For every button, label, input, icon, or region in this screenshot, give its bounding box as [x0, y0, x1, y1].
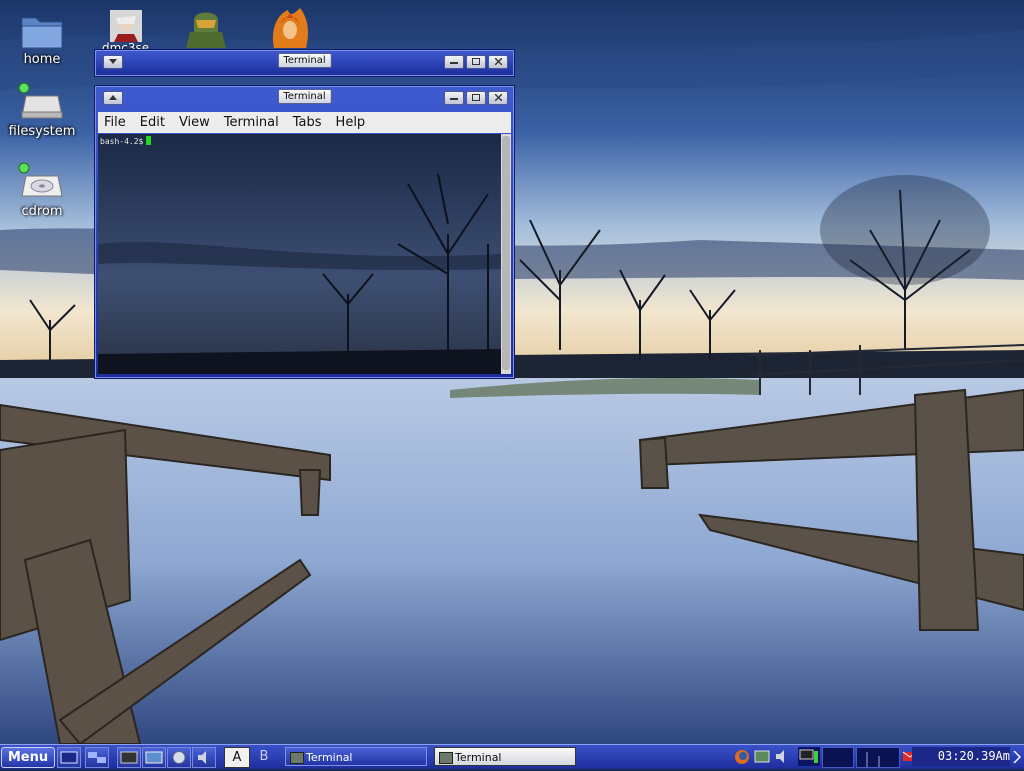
title-bar[interactable]: Terminal: [95, 50, 514, 74]
menu-bar: File Edit View Terminal Tabs Help: [98, 112, 511, 133]
desktop-icon-cdrom[interactable]: cdrom: [0, 162, 84, 219]
taskbar-task-terminal[interactable]: Terminal: [285, 747, 427, 766]
helmet-character-icon: [186, 12, 226, 48]
text-cursor: [146, 136, 152, 145]
terminal-window[interactable]: Terminal File Edit View Terminal Tabs He…: [94, 85, 515, 379]
chevron-right-icon: [1013, 750, 1022, 764]
desktop-shortcut-fire-character[interactable]: [266, 8, 314, 52]
system-tray: [730, 747, 795, 766]
shell-prompt: bash-4.2$: [100, 136, 152, 146]
terminal-transparent-background: [98, 173, 502, 374]
terminal-launcher[interactable]: [117, 747, 141, 768]
tray-expand-button[interactable]: [1012, 747, 1022, 766]
globe-icon: [172, 751, 186, 764]
window-menu-button[interactable]: [103, 91, 123, 105]
cdrom-drive-icon: [18, 162, 63, 197]
show-desktop-button[interactable]: [57, 747, 81, 768]
clock[interactable]: 03:20.39Am: [912, 747, 1010, 766]
folder-icon: [21, 17, 63, 49]
firefox-icon[interactable]: [732, 747, 752, 766]
terminal-window-shaded[interactable]: Terminal: [94, 49, 515, 77]
monitor-icon: [799, 749, 818, 763]
menu-file[interactable]: File: [98, 115, 134, 130]
speaker-icon: [198, 751, 206, 764]
terminal-icon: [120, 751, 138, 764]
desktop-icon: [60, 751, 78, 764]
browser-launcher[interactable]: [167, 747, 191, 768]
window-menu-button[interactable]: [103, 55, 123, 69]
workspace-b[interactable]: B: [252, 747, 276, 766]
network-activity-icon: [866, 752, 880, 767]
fire-character-icon: [272, 8, 308, 48]
terminal-icon: [290, 752, 304, 764]
game-character-icon: [110, 10, 142, 42]
desktop-icon-home[interactable]: home: [0, 12, 84, 67]
menu-terminal[interactable]: Terminal: [218, 115, 287, 130]
terminal-scrollbar[interactable]: [501, 134, 511, 374]
minimize-icon: [450, 98, 458, 100]
window-launcher[interactable]: [142, 747, 166, 768]
terminal-icon: [439, 752, 453, 764]
menu-help[interactable]: Help: [330, 115, 374, 130]
task-label: Terminal: [455, 751, 502, 764]
menu-edit[interactable]: Edit: [134, 115, 173, 130]
network-graph[interactable]: [856, 747, 900, 768]
scrollbar-thumb[interactable]: [502, 136, 510, 370]
window-title: Terminal: [277, 89, 332, 104]
desktop-icon-filesystem[interactable]: filesystem: [0, 82, 84, 139]
close-button[interactable]: [488, 55, 508, 69]
minimize-button[interactable]: [444, 91, 464, 105]
taskbar: Menu A B Terminal Terminal 03:20.39Am: [0, 744, 1024, 769]
workspace-a[interactable]: A: [224, 747, 250, 768]
hard-drive-icon: [18, 82, 63, 119]
taskbar-task-terminal-active[interactable]: Terminal: [434, 747, 576, 766]
desktop-shortcut-halo[interactable]: [182, 8, 230, 52]
image-viewer-icon[interactable]: [752, 747, 772, 766]
maximize-button[interactable]: [466, 55, 486, 69]
close-icon: [494, 93, 502, 102]
menu-view[interactable]: View: [173, 115, 218, 130]
volume-icon[interactable]: [772, 747, 792, 766]
task-label: Terminal: [306, 751, 353, 764]
desktop-icon-label: home: [23, 52, 61, 67]
volume-launcher[interactable]: [192, 747, 216, 768]
cpu-monitor[interactable]: [798, 747, 820, 766]
start-menu-button[interactable]: Menu: [1, 747, 55, 768]
window-title: Terminal: [277, 53, 332, 68]
title-bar[interactable]: Terminal: [95, 86, 514, 110]
menu-tabs[interactable]: Tabs: [287, 115, 330, 130]
network-button[interactable]: [85, 747, 109, 768]
close-icon: [494, 57, 502, 66]
desktop-icon-label: filesystem: [8, 124, 76, 139]
chevron-up-icon: [109, 95, 117, 100]
window-icon: [145, 751, 163, 764]
terminal-output[interactable]: bash-4.2$: [98, 134, 502, 374]
desktop-shortcut-dmc3se[interactable]: dmc3se: [102, 8, 156, 55]
cpu-graph[interactable]: [822, 747, 854, 768]
network-icon: [88, 752, 106, 763]
chevron-down-icon: [109, 59, 117, 64]
maximize-icon: [472, 58, 480, 65]
prompt-text: bash-4.2$: [100, 137, 144, 146]
minimize-icon: [450, 62, 458, 64]
maximize-button[interactable]: [466, 91, 486, 105]
minimize-button[interactable]: [444, 55, 464, 69]
maximize-icon: [472, 94, 480, 101]
desktop-icon-label: cdrom: [21, 204, 63, 219]
close-button[interactable]: [488, 91, 508, 105]
